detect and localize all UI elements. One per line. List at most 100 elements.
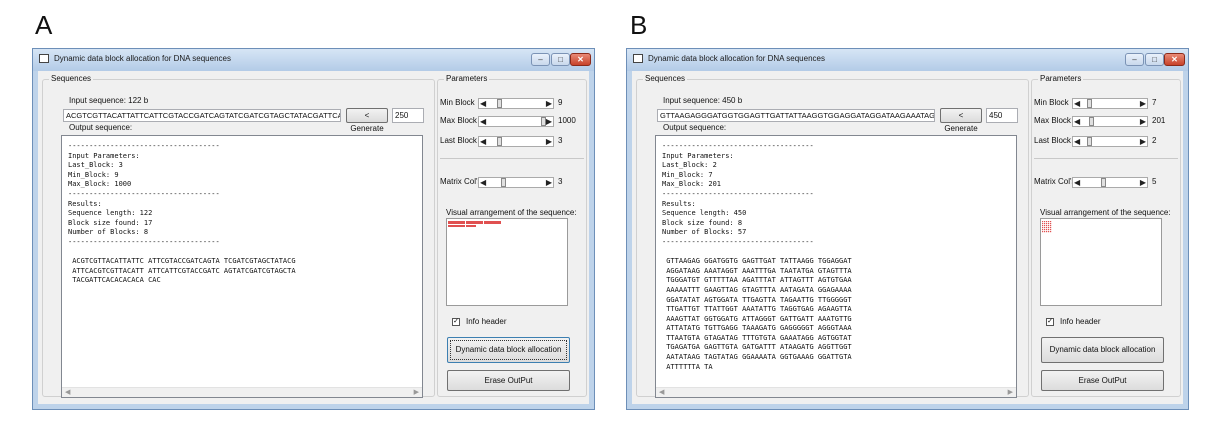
scroll-left-icon[interactable]: ◀ (65, 388, 70, 397)
maximize-icon[interactable]: □ (1145, 53, 1164, 66)
close-icon[interactable]: ✕ (570, 53, 591, 66)
slider-left-icon[interactable]: ◀ (1074, 116, 1080, 127)
slider-right-icon[interactable]: ▶ (546, 116, 552, 127)
horizontal-scrollbar[interactable]: ◀ ▶ (62, 387, 422, 397)
generate-button[interactable]: < Generate (940, 108, 982, 133)
app-window-icon (39, 54, 49, 63)
min-block-slider[interactable]: ◀ ▶ (478, 98, 554, 109)
scroll-left-icon[interactable]: ◀ (659, 388, 664, 397)
visual-arrangement-box (1040, 218, 1162, 306)
scroll-right-icon[interactable]: ▶ (1008, 388, 1013, 397)
last-block-slider[interactable]: ◀ ▶ (478, 136, 554, 147)
window-client: Sequences Input sequence: 122 b ACGTCGTT… (38, 71, 589, 404)
title-bar[interactable]: Dynamic data block allocation for DNA se… (627, 49, 1188, 71)
output-line: TTAATGTA GTAGATAG TTTGTGTA GAAATAGG AGTG… (662, 333, 852, 342)
output-line: Last_Block: 2 (662, 161, 717, 170)
max-block-slider[interactable]: ◀ ▶ (1072, 116, 1148, 127)
min-block-value: 7 (1152, 98, 1157, 107)
matrix-cols-slider[interactable]: ◀ ▶ (478, 177, 554, 188)
checkmark-icon: ✓ (453, 318, 459, 325)
erase-output-button[interactable]: Erase OutPut (447, 370, 570, 391)
maximize-icon[interactable]: □ (551, 53, 570, 66)
input-sequence-label: Input sequence: 122 b (69, 96, 149, 105)
output-line: Number of Blocks: 8 (68, 228, 149, 237)
slider-right-icon[interactable]: ▶ (546, 136, 552, 147)
sequences-group-label: Sequences (49, 74, 94, 83)
output-line: TTGATTGT TTATTGGT AAATATTG TAGGTGAG AGAA… (662, 305, 852, 314)
erase-output-button[interactable]: Erase OutPut (1041, 370, 1164, 391)
generate-button[interactable]: < Generate (346, 108, 388, 133)
output-textarea[interactable]: ------------------------------------ Inpu… (655, 135, 1017, 398)
min-block-slider[interactable]: ◀ ▶ (1072, 98, 1148, 109)
last-block-slider[interactable]: ◀ ▶ (1072, 136, 1148, 147)
output-line: Block size found: 8 (662, 218, 743, 227)
slider-thumb[interactable] (497, 99, 502, 108)
output-line: Min_Block: 9 (68, 170, 119, 179)
slider-left-icon[interactable]: ◀ (480, 136, 486, 147)
window-client: Sequences Input sequence: 450 b GTTAAGAG… (632, 71, 1183, 404)
slider-left-icon[interactable]: ◀ (1074, 98, 1080, 109)
slider-right-icon[interactable]: ▶ (1140, 116, 1146, 127)
sequence-length-field[interactable]: 250 (392, 108, 424, 123)
visual-arrangement-label: Visual arrangement of the sequence: (1040, 208, 1171, 217)
slider-thumb[interactable] (1087, 99, 1092, 108)
output-line: Min_Block: 7 (662, 170, 713, 179)
output-line: AAAGTTAT GGTGGATG ATTAGGGT GATTGATT AAAT… (662, 314, 852, 323)
slider-thumb[interactable] (497, 137, 502, 146)
horizontal-scrollbar[interactable]: ◀ ▶ (656, 387, 1016, 397)
minimize-icon[interactable]: – (1125, 53, 1144, 66)
slider-right-icon[interactable]: ▶ (1140, 98, 1146, 109)
dynamic-allocation-button[interactable]: Dynamic data block allocation (1041, 337, 1164, 363)
app-window-b: Dynamic data block allocation for DNA se… (626, 48, 1189, 410)
matrix-cols-value: 3 (558, 177, 563, 186)
last-block-value: 2 (1152, 136, 1157, 145)
slider-thumb[interactable] (1087, 137, 1092, 146)
output-sequence-label: Output sequence: (663, 123, 727, 132)
parameters-group-label: Parameters (1038, 74, 1084, 83)
slider-left-icon[interactable]: ◀ (480, 177, 486, 188)
slider-thumb[interactable] (1089, 117, 1094, 126)
slider-right-icon[interactable]: ▶ (546, 98, 552, 109)
output-line: AAAAATTT GAAGTTAG GTAGTTTA AATAGATA GGAG… (662, 285, 852, 294)
parameters-group: Parameters Min Block ◀ ▶ 9 Max Block ◀ ▶… (437, 74, 587, 397)
info-header-checkbox[interactable]: ✓ (1046, 318, 1054, 326)
slider-thumb[interactable] (501, 178, 506, 187)
slider-left-icon[interactable]: ◀ (1074, 136, 1080, 147)
last-block-label: Last Block (440, 136, 477, 145)
output-line: Input Parameters: (662, 151, 734, 160)
slider-right-icon[interactable]: ▶ (1140, 177, 1146, 188)
slider-left-icon[interactable]: ◀ (480, 98, 486, 109)
max-block-value: 1000 (558, 116, 576, 125)
input-sequence-field[interactable]: ACGTCGTTACATTATTCATTCGTACCGATCAGTATCGATC… (63, 109, 341, 122)
slider-right-icon[interactable]: ▶ (1140, 136, 1146, 147)
visual-arrangement-box (446, 218, 568, 306)
slider-thumb[interactable] (1101, 178, 1106, 187)
input-sequence-field[interactable]: GTTAAGAGGGATGGTGGAGTTGATTATTAAGGTGGAGGAT… (657, 109, 935, 122)
scroll-right-icon[interactable]: ▶ (414, 388, 419, 397)
slider-right-icon[interactable]: ▶ (546, 177, 552, 188)
close-icon[interactable]: ✕ (1164, 53, 1185, 66)
title-bar[interactable]: Dynamic data block allocation for DNA se… (33, 49, 594, 71)
matrix-cols-value: 5 (1152, 177, 1157, 186)
slider-left-icon[interactable]: ◀ (480, 116, 486, 127)
output-text: ------------------------------------ Inpu… (68, 142, 296, 286)
slider-left-icon[interactable]: ◀ (1074, 177, 1080, 188)
minimize-icon[interactable]: – (531, 53, 550, 66)
sequence-length-field[interactable]: 450 (986, 108, 1018, 123)
output-line: Last_Block: 3 (68, 161, 123, 170)
output-line: Results: (68, 199, 102, 208)
max-block-slider[interactable]: ◀ ▶ (478, 116, 554, 127)
visual-block (466, 225, 476, 227)
dynamic-allocation-button[interactable]: Dynamic data block allocation (447, 337, 570, 363)
output-textarea[interactable]: ------------------------------------ Inpu… (61, 135, 423, 398)
max-block-label: Max Block (440, 116, 477, 125)
info-header-checkbox[interactable]: ✓ (452, 318, 460, 326)
matrix-cols-slider[interactable]: ◀ ▶ (1072, 177, 1148, 188)
app-window-icon (633, 54, 643, 63)
max-block-label: Max Block (1034, 116, 1071, 125)
output-line: ATTCACGTCGTTACATT ATTCATTCGTACCGATC AGTA… (68, 266, 296, 275)
output-line: AGGATAAG AAATAGGT AAATTTGA TAATATGA GTAG… (662, 266, 852, 275)
output-line: ------------------------------------ (68, 237, 220, 246)
